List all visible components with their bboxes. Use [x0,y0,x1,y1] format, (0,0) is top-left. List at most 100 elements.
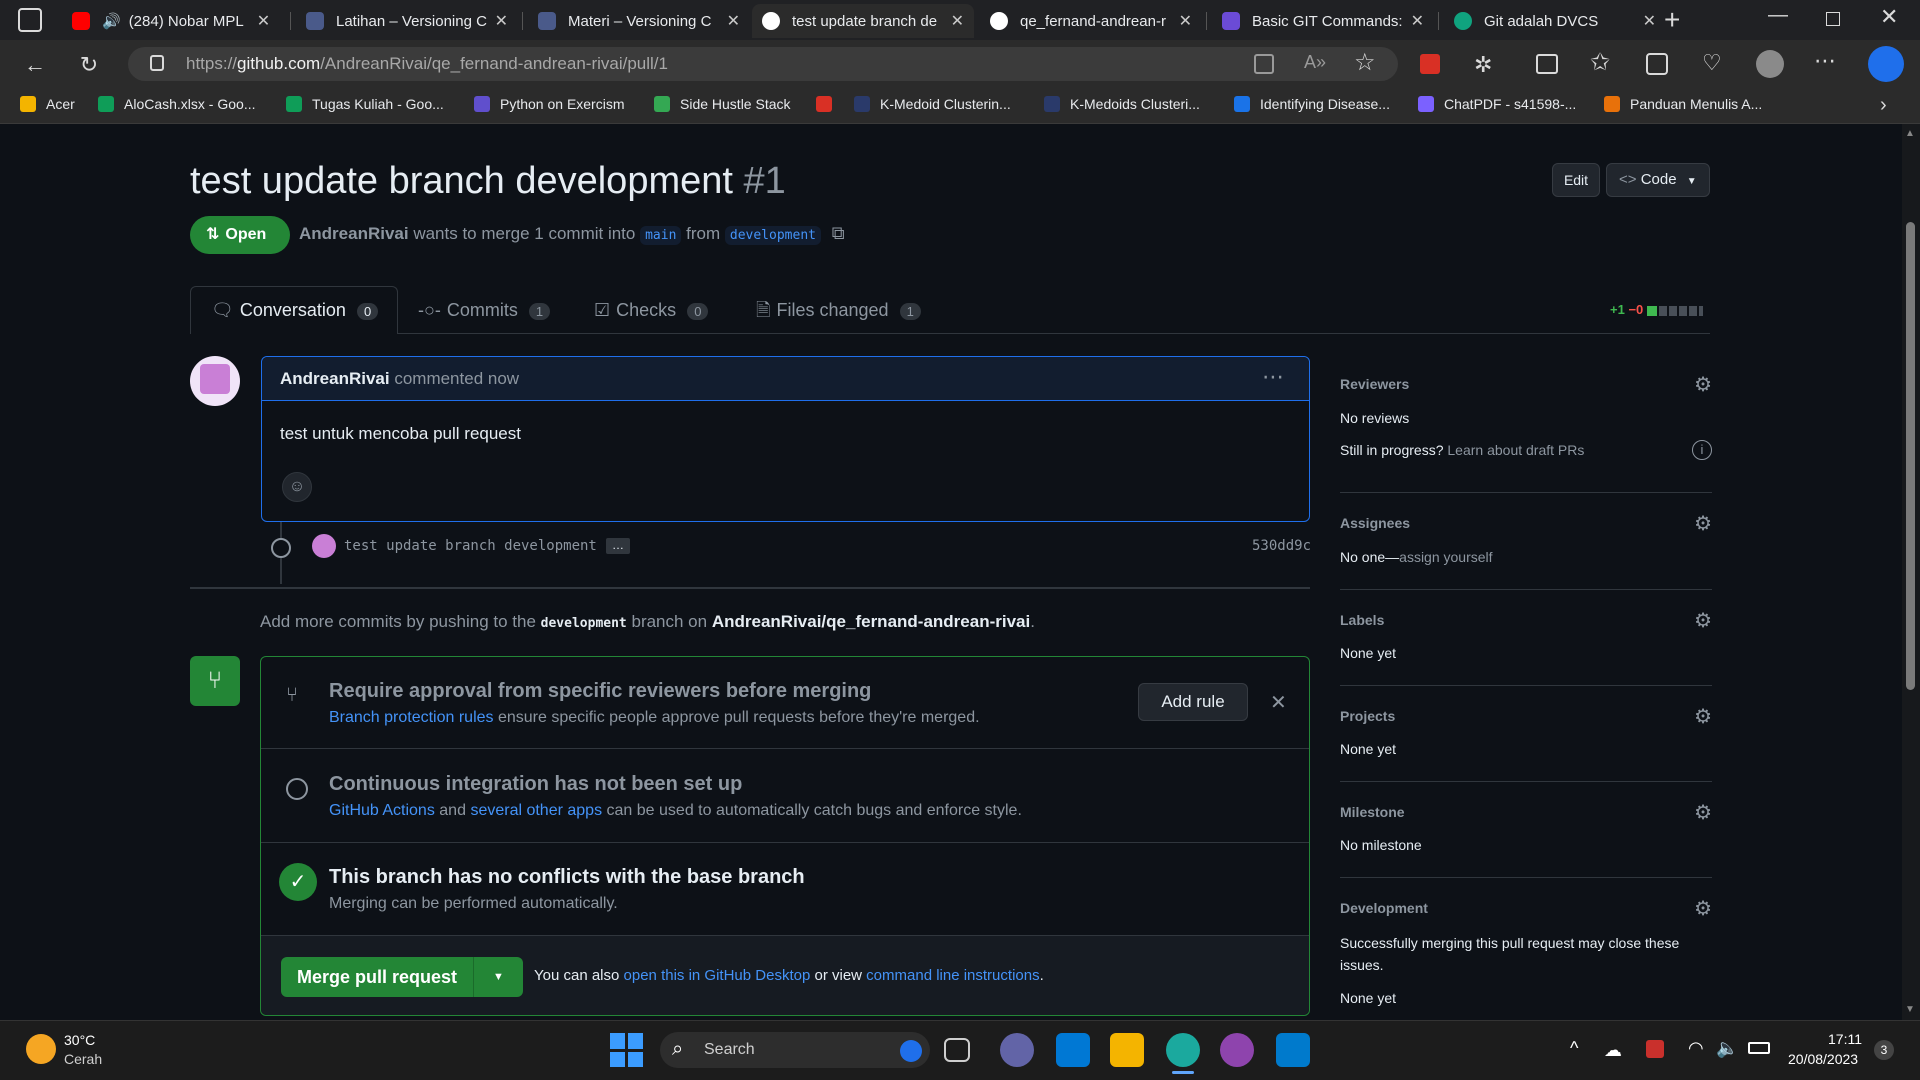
battery-icon[interactable] [1748,1042,1770,1054]
base-branch-label[interactable]: main [640,226,682,245]
tab-conversation[interactable]: 🗨 Conversation 0 [190,286,398,334]
taskbar-search[interactable] [660,1032,930,1068]
merge-pull-request-button[interactable]: Merge pull request [281,957,473,997]
github-desktop-link[interactable]: open this in GitHub Desktop [624,967,811,984]
close-icon[interactable]: ✕ [1411,11,1424,31]
chevron-right-icon[interactable]: › [1880,94,1887,117]
bing-copilot-icon[interactable] [1868,46,1904,82]
add-rule-button[interactable]: Add rule [1138,683,1248,721]
close-icon[interactable]: ✕ [257,11,270,31]
scrollbar-thumb[interactable] [1906,222,1915,690]
gear-icon[interactable]: ⚙ [1694,372,1712,397]
onedrive-icon[interactable]: ☁ [1604,1040,1622,1061]
close-icon[interactable]: ✕ [1643,11,1656,31]
commit-sha-link[interactable]: 530dd9c [1252,538,1311,554]
github-actions-link[interactable]: GitHub Actions [329,802,435,819]
tab-commits[interactable]: -○- Commits 1 [418,286,551,334]
branch-protection-link[interactable]: Branch protection rules [329,709,494,726]
comment-author-link[interactable]: AndreanRivai [280,369,390,388]
browser-tab[interactable]: Materi – Versioning C ✕ [528,4,750,38]
repo-link[interactable]: AndreanRivai/qe_fernand-andrean-rivai [712,612,1030,631]
bookmark-item[interactable]: Acer [20,96,75,112]
close-icon[interactable]: ✕ [495,11,508,31]
kebab-menu-icon[interactable]: ⋯ [1262,364,1284,390]
assign-yourself-link[interactable]: assign yourself [1399,549,1492,565]
browser-tab[interactable]: 🔊 (284) Nobar MPL ✕ [62,4,284,38]
code-button[interactable]: <> Code ▼ [1606,163,1710,197]
bookmark-item[interactable]: Python on Exercism [474,96,625,112]
scroll-up-arrow-icon[interactable]: ▲ [1905,128,1915,139]
minimize-icon[interactable]: — [1768,4,1788,27]
vscode-icon[interactable] [1276,1033,1310,1067]
lock-icon[interactable] [150,55,164,71]
volume-icon[interactable]: 🔈 [1716,1038,1738,1059]
gear-icon[interactable]: ⚙ [1694,800,1712,825]
weather-icon[interactable] [26,1034,56,1064]
extensions-icon[interactable]: ✲ [1474,52,1492,78]
edit-button[interactable]: Edit [1552,163,1600,197]
bookmark-item[interactable]: Side Hustle Stack [654,96,791,112]
scroll-down-arrow-icon[interactable]: ▼ [1905,1004,1915,1015]
draft-prs-link[interactable]: Learn about draft PRs [1447,442,1584,458]
bookmark-item[interactable]: Identifying Disease... [1234,96,1390,112]
edge-browser-icon[interactable] [1166,1033,1200,1067]
split-screen-icon[interactable] [1536,54,1558,74]
sidebar-assignees[interactable]: Assignees ⚙ [1340,513,1712,535]
favorites-icon[interactable]: ✩ [1590,48,1610,77]
browser-tab-active[interactable]: test update branch de ✕ [752,4,974,38]
speaker-icon[interactable]: 🔊 [102,12,121,30]
tab-actions-icon[interactable] [18,8,42,32]
profile-icon[interactable] [1756,50,1784,78]
bookmark-item[interactable]: Tugas Kuliah - Goo... [286,96,444,112]
copy-icon[interactable]: ⧉ [832,223,845,243]
pdf-extension-icon[interactable] [1420,54,1440,74]
refresh-icon[interactable]: ↻ [74,50,104,80]
browser-essentials-icon[interactable]: ♡ [1702,50,1722,76]
close-icon[interactable]: ✕ [951,11,964,31]
file-explorer-icon[interactable] [1110,1033,1144,1067]
browser-tab[interactable]: qe_fernand-andrean-r ✕ [980,4,1202,38]
more-menu-icon[interactable]: ⋯ [1814,48,1836,74]
close-icon[interactable]: ✕ [727,11,740,31]
bookmark-item[interactable] [816,96,842,112]
gear-icon[interactable]: ⚙ [1694,896,1712,921]
other-apps-link[interactable]: several other apps [470,802,602,819]
bookmark-item[interactable]: ChatPDF - s41598-... [1418,96,1576,112]
microsoft-store-icon[interactable] [1056,1033,1090,1067]
new-tab-icon[interactable]: + [1664,4,1680,36]
chevron-up-icon[interactable]: ^ [1570,1038,1578,1059]
tab-files-changed[interactable]: 🗎 Files changed 1 [756,286,921,334]
gear-icon[interactable]: ⚙ [1694,704,1712,729]
notification-badge[interactable]: 3 [1874,1040,1894,1060]
gear-icon[interactable]: ⚙ [1694,608,1712,633]
author-link[interactable]: AndreanRivai [299,224,409,243]
sidebar-milestone[interactable]: Milestone ⚙ [1340,802,1712,824]
restore-icon[interactable] [1826,12,1840,26]
browser-tab[interactable]: Git adalah DVCS ✕ [1444,4,1666,38]
commit-avatar[interactable] [312,534,336,558]
bookmark-item[interactable]: AloCash.xlsx - Goo... [98,96,256,112]
commit-message-link[interactable]: test update branch development [344,538,597,554]
teams-chat-icon[interactable] [1000,1033,1034,1067]
sidebar-reviewers[interactable]: Reviewers ⚙ [1340,374,1712,396]
avatar[interactable] [190,356,240,406]
comment-timestamp[interactable]: commented now [394,369,519,388]
head-branch-label[interactable]: development [724,226,821,245]
browser-tab[interactable]: Basic GIT Commands: ✕ [1212,4,1434,38]
read-aloud-icon[interactable]: A» [1304,52,1326,73]
back-icon[interactable]: ← [20,50,50,80]
tab-checks[interactable]: ☑ Checks 0 [594,286,709,334]
clock-time[interactable]: 17:11 [1828,1031,1862,1047]
sidebar-labels[interactable]: Labels ⚙ [1340,610,1712,632]
commit-expand-button[interactable]: … [606,538,630,554]
add-reaction-icon[interactable]: ☺ [282,472,312,502]
info-icon[interactable]: i [1692,440,1712,460]
dropbox-icon[interactable] [1646,1040,1664,1058]
sidebar-development[interactable]: Development ⚙ [1340,898,1712,920]
close-window-icon[interactable]: ✕ [1880,4,1898,30]
favorite-star-icon[interactable]: ☆ [1354,48,1376,77]
task-view-icon[interactable] [944,1038,970,1062]
dismiss-close-icon[interactable]: ✕ [1270,690,1287,715]
sidebar-projects[interactable]: Projects ⚙ [1340,706,1712,728]
windows-start-icon[interactable] [610,1033,644,1067]
